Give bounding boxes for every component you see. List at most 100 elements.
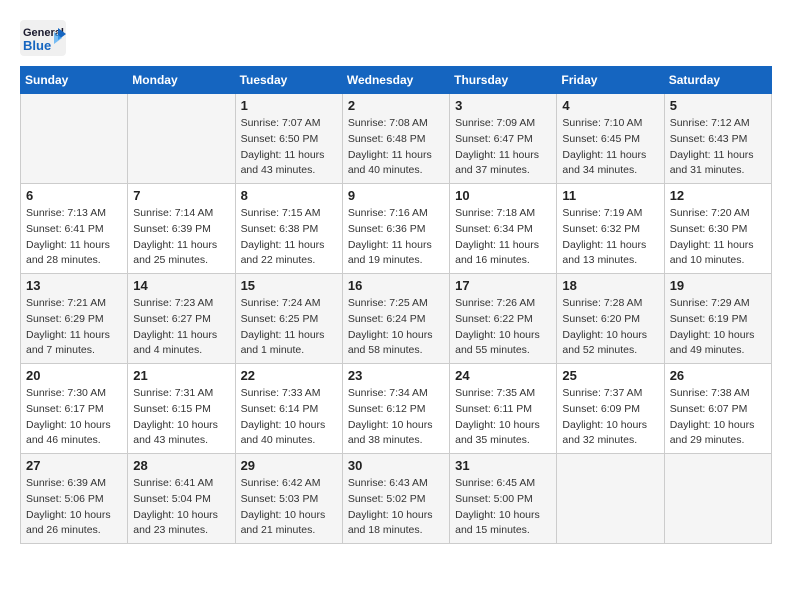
day-number: 22 xyxy=(241,368,337,383)
day-info: Sunrise: 7:23 AMSunset: 6:27 PMDaylight:… xyxy=(133,296,229,359)
day-number: 25 xyxy=(562,368,658,383)
calendar-cell: 30 Sunrise: 6:43 AMSunset: 5:02 PMDayligh… xyxy=(342,454,449,544)
day-number: 2 xyxy=(348,98,444,113)
calendar-cell: 15 Sunrise: 7:24 AMSunset: 6:25 PMDayligh… xyxy=(235,274,342,364)
day-info: Sunrise: 7:07 AMSunset: 6:50 PMDaylight:… xyxy=(241,116,337,179)
calendar-cell: 9 Sunrise: 7:16 AMSunset: 6:36 PMDaylight… xyxy=(342,184,449,274)
calendar-cell xyxy=(557,454,664,544)
calendar-cell: 6Sunrise: 7:13 AMSunset: 6:41 PMDaylight… xyxy=(21,184,128,274)
calendar-cell: 4Sunrise: 7:10 AMSunset: 6:45 PMDaylight… xyxy=(557,94,664,184)
day-info: Sunrise: 6:45 AMSunset: 5:00 PMDaylight:… xyxy=(455,476,551,539)
day-number: 31 xyxy=(455,458,551,473)
day-number: 20 xyxy=(26,368,122,383)
logo-icon: General Blue xyxy=(20,20,68,56)
calendar-cell: 22 Sunrise: 7:33 AMSunset: 6:14 PMDayligh… xyxy=(235,364,342,454)
day-number: 13 xyxy=(26,278,122,293)
calendar-cell: 21 Sunrise: 7:31 AMSunset: 6:15 PMDayligh… xyxy=(128,364,235,454)
day-info: Sunrise: 6:41 AMSunset: 5:04 PMDaylight:… xyxy=(133,476,229,539)
day-number: 23 xyxy=(348,368,444,383)
day-number: 6 xyxy=(26,188,122,203)
day-info: Sunrise: 7:12 AMSunset: 6:43 PMDaylight:… xyxy=(670,116,766,179)
calendar-cell: 24 Sunrise: 7:35 AMSunset: 6:11 PMDayligh… xyxy=(450,364,557,454)
logo: General Blue xyxy=(20,20,68,56)
day-number: 19 xyxy=(670,278,766,293)
calendar-cell: 23 Sunrise: 7:34 AMSunset: 6:12 PMDayligh… xyxy=(342,364,449,454)
calendar-cell: 3 Sunrise: 7:09 AMSunset: 6:47 PMDaylight… xyxy=(450,94,557,184)
day-info: Sunrise: 6:42 AMSunset: 5:03 PMDaylight:… xyxy=(241,476,337,539)
day-number: 24 xyxy=(455,368,551,383)
day-info: Sunrise: 6:39 AMSunset: 5:06 PMDaylight:… xyxy=(26,476,122,539)
day-number: 1 xyxy=(241,98,337,113)
calendar-cell: 13 Sunrise: 7:21 AMSunset: 6:29 PMDayligh… xyxy=(21,274,128,364)
day-info: Sunrise: 7:16 AMSunset: 6:36 PMDaylight:… xyxy=(348,206,444,269)
day-info: Sunrise: 6:43 AMSunset: 5:02 PMDaylight:… xyxy=(348,476,444,539)
day-info: Sunrise: 7:09 AMSunset: 6:47 PMDaylight:… xyxy=(455,116,551,179)
calendar-cell xyxy=(128,94,235,184)
calendar-cell xyxy=(21,94,128,184)
calendar-cell: 11Sunrise: 7:19 AMSunset: 6:32 PMDayligh… xyxy=(557,184,664,274)
calendar-cell: 26 Sunrise: 7:38 AMSunset: 6:07 PMDayligh… xyxy=(664,364,771,454)
weekday-header: Wednesday xyxy=(342,67,449,94)
weekday-header: Tuesday xyxy=(235,67,342,94)
day-info: Sunrise: 7:15 AMSunset: 6:38 PMDaylight:… xyxy=(241,206,337,269)
calendar-cell: 8 Sunrise: 7:15 AMSunset: 6:38 PMDaylight… xyxy=(235,184,342,274)
day-info: Sunrise: 7:08 AMSunset: 6:48 PMDaylight:… xyxy=(348,116,444,179)
day-number: 3 xyxy=(455,98,551,113)
day-number: 17 xyxy=(455,278,551,293)
day-info: Sunrise: 7:29 AMSunset: 6:19 PMDaylight:… xyxy=(670,296,766,359)
calendar-week-row: 27Sunrise: 6:39 AMSunset: 5:06 PMDayligh… xyxy=(21,454,772,544)
day-number: 30 xyxy=(348,458,444,473)
calendar-cell: 27Sunrise: 6:39 AMSunset: 5:06 PMDayligh… xyxy=(21,454,128,544)
calendar-cell: 29 Sunrise: 6:42 AMSunset: 5:03 PMDayligh… xyxy=(235,454,342,544)
day-number: 5 xyxy=(670,98,766,113)
day-info: Sunrise: 7:10 AMSunset: 6:45 PMDaylight:… xyxy=(562,116,658,179)
calendar-cell: 20 Sunrise: 7:30 AMSunset: 6:17 PMDayligh… xyxy=(21,364,128,454)
calendar-cell: 10 Sunrise: 7:18 AMSunset: 6:34 PMDayligh… xyxy=(450,184,557,274)
weekday-header: Friday xyxy=(557,67,664,94)
day-number: 21 xyxy=(133,368,229,383)
day-number: 9 xyxy=(348,188,444,203)
svg-text:Blue: Blue xyxy=(23,38,51,53)
day-info: Sunrise: 7:26 AMSunset: 6:22 PMDaylight:… xyxy=(455,296,551,359)
day-number: 28 xyxy=(133,458,229,473)
day-info: Sunrise: 7:24 AMSunset: 6:25 PMDaylight:… xyxy=(241,296,337,359)
day-info: Sunrise: 7:28 AMSunset: 6:20 PMDaylight:… xyxy=(562,296,658,359)
calendar-table: SundayMondayTuesdayWednesdayThursdayFrid… xyxy=(20,66,772,544)
calendar-cell: 17 Sunrise: 7:26 AMSunset: 6:22 PMDayligh… xyxy=(450,274,557,364)
day-number: 10 xyxy=(455,188,551,203)
day-info: Sunrise: 7:14 AMSunset: 6:39 PMDaylight:… xyxy=(133,206,229,269)
calendar-cell: 1 Sunrise: 7:07 AMSunset: 6:50 PMDaylight… xyxy=(235,94,342,184)
day-info: Sunrise: 7:19 AMSunset: 6:32 PMDaylight:… xyxy=(562,206,658,269)
day-info: Sunrise: 7:18 AMSunset: 6:34 PMDaylight:… xyxy=(455,206,551,269)
weekday-header: Monday xyxy=(128,67,235,94)
day-info: Sunrise: 7:37 AMSunset: 6:09 PMDaylight:… xyxy=(562,386,658,449)
day-number: 15 xyxy=(241,278,337,293)
weekday-header: Thursday xyxy=(450,67,557,94)
day-info: Sunrise: 7:33 AMSunset: 6:14 PMDaylight:… xyxy=(241,386,337,449)
calendar-cell: 7 Sunrise: 7:14 AMSunset: 6:39 PMDaylight… xyxy=(128,184,235,274)
day-info: Sunrise: 7:31 AMSunset: 6:15 PMDaylight:… xyxy=(133,386,229,449)
header: General Blue xyxy=(20,20,772,56)
calendar-cell: 12Sunrise: 7:20 AMSunset: 6:30 PMDayligh… xyxy=(664,184,771,274)
day-number: 18 xyxy=(562,278,658,293)
day-info: Sunrise: 7:34 AMSunset: 6:12 PMDaylight:… xyxy=(348,386,444,449)
day-number: 8 xyxy=(241,188,337,203)
day-info: Sunrise: 7:30 AMSunset: 6:17 PMDaylight:… xyxy=(26,386,122,449)
weekday-header: Saturday xyxy=(664,67,771,94)
calendar-week-row: 13 Sunrise: 7:21 AMSunset: 6:29 PMDayligh… xyxy=(21,274,772,364)
calendar-cell: 25 Sunrise: 7:37 AMSunset: 6:09 PMDayligh… xyxy=(557,364,664,454)
day-number: 26 xyxy=(670,368,766,383)
day-number: 29 xyxy=(241,458,337,473)
day-number: 7 xyxy=(133,188,229,203)
calendar-cell: 16Sunrise: 7:25 AMSunset: 6:24 PMDayligh… xyxy=(342,274,449,364)
calendar-week-row: 6Sunrise: 7:13 AMSunset: 6:41 PMDaylight… xyxy=(21,184,772,274)
weekday-row: SundayMondayTuesdayWednesdayThursdayFrid… xyxy=(21,67,772,94)
day-info: Sunrise: 7:38 AMSunset: 6:07 PMDaylight:… xyxy=(670,386,766,449)
calendar-body: 1 Sunrise: 7:07 AMSunset: 6:50 PMDaylight… xyxy=(21,94,772,544)
calendar-cell: 5 Sunrise: 7:12 AMSunset: 6:43 PMDaylight… xyxy=(664,94,771,184)
calendar-cell: 2 Sunrise: 7:08 AMSunset: 6:48 PMDaylight… xyxy=(342,94,449,184)
day-info: Sunrise: 7:21 AMSunset: 6:29 PMDaylight:… xyxy=(26,296,122,359)
day-number: 12 xyxy=(670,188,766,203)
day-number: 14 xyxy=(133,278,229,293)
day-info: Sunrise: 7:35 AMSunset: 6:11 PMDaylight:… xyxy=(455,386,551,449)
